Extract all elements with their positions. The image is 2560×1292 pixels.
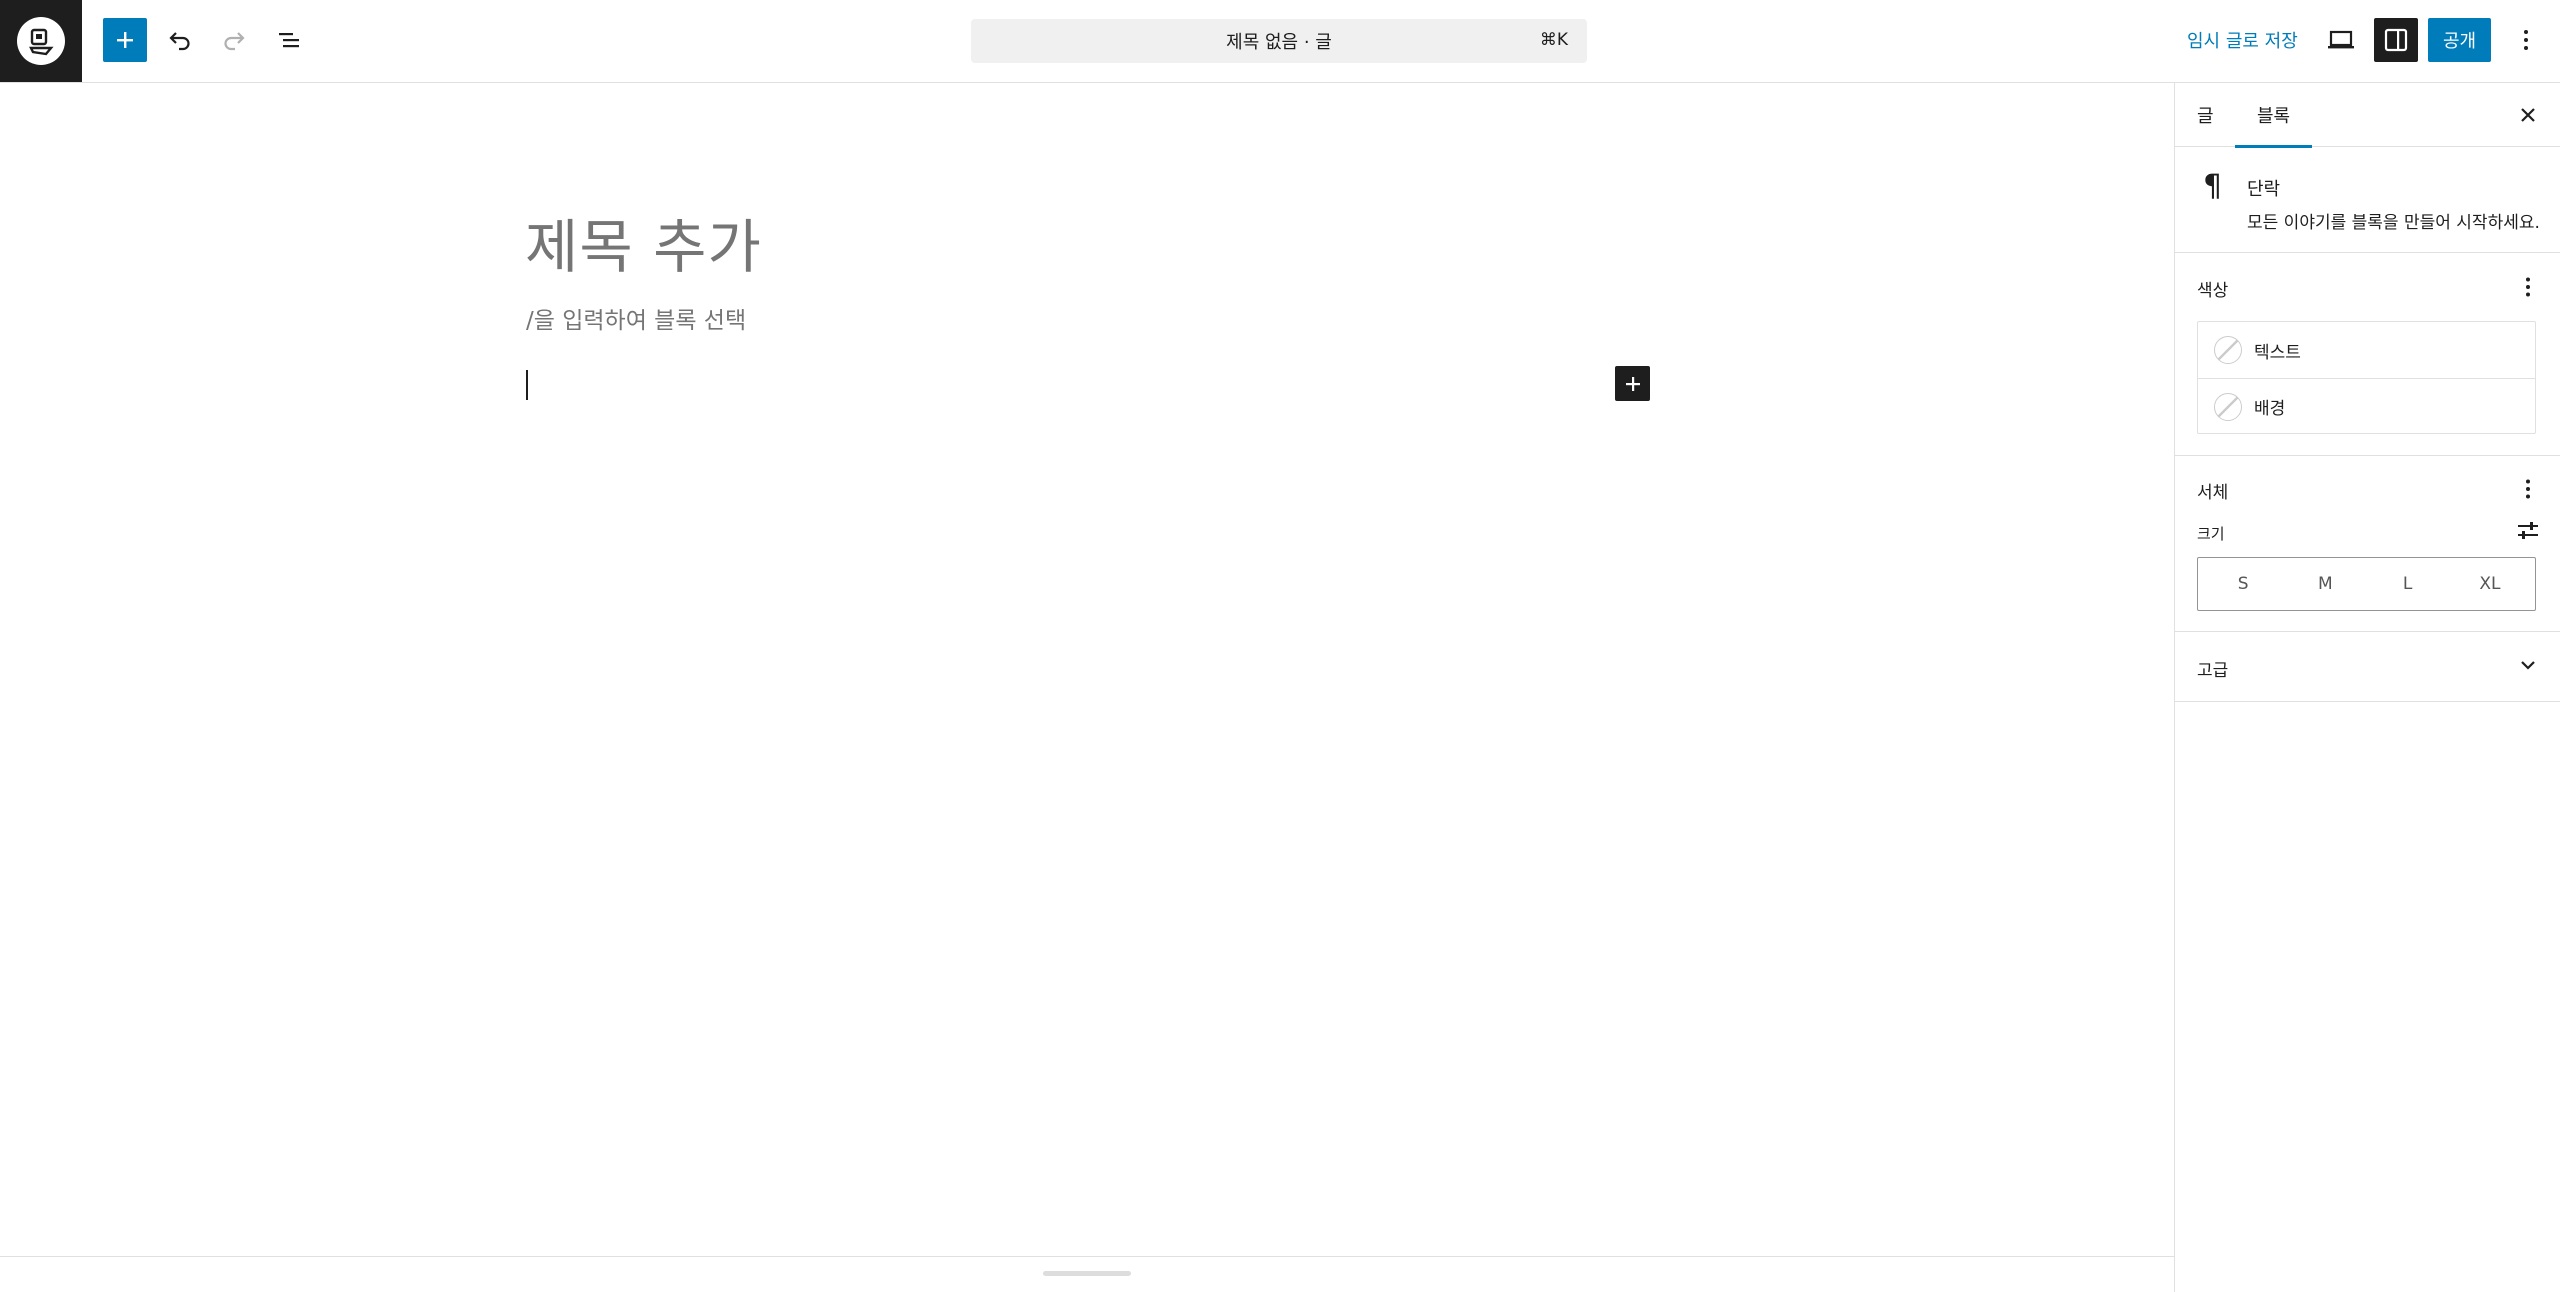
- more-vertical-icon: [2526, 479, 2530, 499]
- typography-panel-title: 서체: [2197, 483, 2229, 503]
- inline-block-inserter-button[interactable]: [1615, 366, 1650, 401]
- plus-icon: [1625, 376, 1640, 391]
- color-item-label: 배경: [2254, 399, 2286, 419]
- undo-icon: [169, 32, 190, 51]
- tab-block[interactable]: 블록: [2235, 83, 2313, 148]
- divider: [2175, 631, 2560, 632]
- color-panel-title: 색상: [2197, 281, 2229, 301]
- sidebar-tabs: 글 블록: [2175, 83, 2560, 148]
- wordpress-icon: [17, 17, 65, 65]
- font-size-option-s[interactable]: S: [2202, 562, 2284, 606]
- color-settings-group: 텍스트 배경: [2197, 321, 2536, 434]
- options-menu-button[interactable]: [2504, 18, 2548, 62]
- tab-label: 블록: [2257, 106, 2291, 127]
- redo-icon: [224, 32, 245, 51]
- save-draft-button[interactable]: 임시 글로 저장: [2181, 18, 2304, 62]
- sidebar-icon: [2384, 28, 2408, 52]
- command-palette-bar[interactable]: 제목 없음 · 글 ⌘K: [971, 19, 1587, 63]
- plus-icon: [117, 32, 133, 48]
- list-view-icon: [279, 33, 299, 48]
- settings-sidebar: 글 블록 ¶ 단락 모든 이야기를 블록을 만들어 시작하세요. 색상 텍스트 …: [2174, 83, 2560, 1292]
- paragraph-icon: ¶: [2203, 169, 2223, 204]
- advanced-panel-title: 고급: [2197, 661, 2229, 681]
- post-title-input[interactable]: 제목 추가: [525, 200, 762, 284]
- preview-button[interactable]: [2319, 18, 2363, 62]
- font-size-option-xl[interactable]: XL: [2449, 562, 2531, 606]
- font-size-label: 크기: [2197, 525, 2225, 543]
- custom-size-button[interactable]: [2510, 513, 2546, 549]
- background-color-button[interactable]: 배경: [2198, 378, 2535, 434]
- paragraph-placeholder[interactable]: /을 입력하여 블록 선택: [526, 301, 746, 335]
- close-sidebar-button[interactable]: [2506, 93, 2550, 137]
- divider: [2175, 455, 2560, 456]
- more-vertical-icon: [2524, 30, 2528, 50]
- settings-sidebar-toggle[interactable]: [2374, 18, 2418, 62]
- editor-footer: [0, 1256, 2174, 1292]
- close-icon: [2521, 108, 2535, 122]
- block-description: 모든 이야기를 블록을 만들어 시작하세요.: [2247, 213, 2540, 233]
- settings-sliders-icon: [2518, 522, 2538, 539]
- more-vertical-icon: [2526, 277, 2530, 297]
- undo-button[interactable]: [158, 18, 202, 62]
- desktop-icon: [2328, 30, 2354, 49]
- add-block-button[interactable]: [103, 18, 147, 62]
- document-overview-button[interactable]: [267, 18, 311, 62]
- chevron-down-icon: [2521, 661, 2535, 670]
- tab-post[interactable]: 글: [2175, 83, 2236, 147]
- font-size-option-l[interactable]: L: [2367, 562, 2449, 606]
- editor-header: 제목 없음 · 글 ⌘K 임시 글로 저장 공개: [0, 0, 2560, 83]
- redo-button[interactable]: [212, 18, 256, 62]
- color-options-button[interactable]: [2510, 269, 2546, 305]
- font-size-option-m[interactable]: M: [2284, 562, 2366, 606]
- publish-button[interactable]: 공개: [2428, 18, 2491, 62]
- font-size-toggle-group: S M L XL: [2197, 557, 2536, 611]
- site-logo-button[interactable]: [0, 0, 82, 82]
- block-name: 단락: [2247, 179, 2281, 200]
- block-card: ¶ 단락 모든 이야기를 블록을 만들어 시작하세요.: [2175, 147, 2560, 253]
- text-caret: [526, 370, 528, 400]
- tab-label: 글: [2197, 106, 2214, 127]
- text-color-button[interactable]: 텍스트: [2198, 322, 2535, 378]
- document-title: 제목 없음 · 글: [1226, 32, 1332, 53]
- command-shortcut: ⌘K: [1539, 30, 1568, 50]
- advanced-panel-toggle[interactable]: 고급: [2175, 633, 2560, 701]
- divider: [2175, 701, 2560, 702]
- color-item-label: 텍스트: [2254, 342, 2301, 363]
- resize-handle[interactable]: [1043, 1271, 1131, 1276]
- empty-swatch-icon: [2214, 336, 2242, 364]
- empty-swatch-icon: [2214, 392, 2242, 421]
- typography-options-button[interactable]: [2510, 471, 2546, 507]
- editor-canvas[interactable]: 제목 추가 /을 입력하여 블록 선택: [0, 83, 2174, 1256]
